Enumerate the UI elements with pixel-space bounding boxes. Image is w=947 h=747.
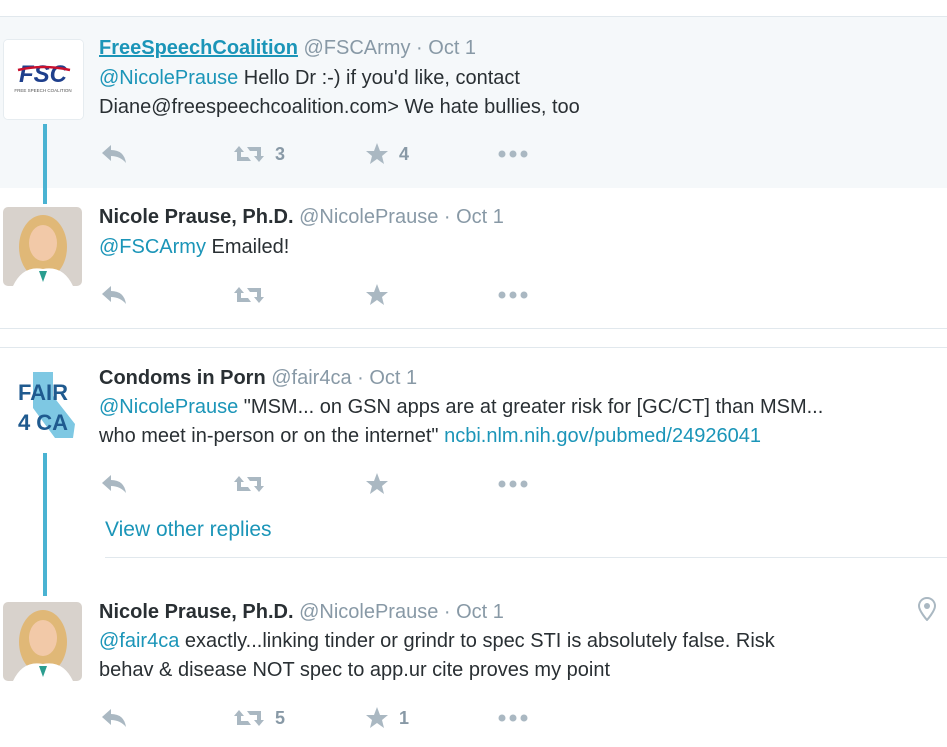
view-other-replies-link[interactable]: View other replies — [105, 518, 272, 542]
tweet-header: Nicole Prause, Ph.D. @NicolePrause · Oct… — [99, 206, 504, 229]
tweet-time[interactable]: Oct 1 — [456, 601, 504, 623]
author-name[interactable]: FreeSpeechCoalition — [99, 37, 298, 59]
fair4ca-line2: 4 CA — [18, 410, 68, 435]
favorite-count: 1 — [399, 707, 410, 728]
tweet-text-line1: "MSM... on GSN apps are at greater risk … — [238, 396, 824, 418]
favorite-button[interactable] — [365, 469, 389, 499]
tweet-text-line1: Hello Dr :-) if you'd like, contact — [238, 67, 520, 89]
tweet-header: FreeSpeechCoalition @FSCArmy · Oct 1 — [99, 37, 476, 60]
favorite-button[interactable] — [365, 280, 389, 310]
replies-divider — [105, 557, 947, 558]
retweet-button[interactable]: 3 — [233, 139, 285, 169]
url-link[interactable]: ncbi.nlm.nih.gov/pubmed/24926041 — [444, 425, 761, 447]
fair4ca-line1: FAIR — [18, 380, 68, 405]
retweet-button[interactable] — [233, 280, 265, 310]
favorite-button[interactable]: 1 — [365, 703, 409, 733]
more-icon — [498, 480, 528, 488]
retweet-icon — [234, 476, 264, 492]
retweet-count: 3 — [275, 143, 286, 164]
separator-dot: · — [357, 367, 364, 389]
more-icon — [498, 150, 528, 158]
tweet-header: Nicole Prause, Ph.D. @NicolePrause · Oct… — [99, 601, 504, 624]
fsc-logo-text: FSC — [19, 61, 68, 88]
favorite-button[interactable]: 4 — [365, 139, 409, 169]
tweet-text-body: Emailed! — [205, 236, 290, 258]
separator-dot: · — [443, 206, 451, 228]
reply-icon — [102, 145, 126, 163]
star-icon — [366, 284, 388, 305]
tweet-text: @fair4ca exactly...linking tinder or gri… — [99, 627, 939, 685]
mention-link[interactable]: @NicolePrause — [99, 67, 238, 89]
tweet-actions — [100, 280, 580, 310]
favorite-count: 4 — [399, 143, 410, 164]
author-handle[interactable]: @fair4ca — [271, 367, 351, 389]
mention-link[interactable]: @NicolePrause — [99, 396, 238, 418]
reply-button[interactable] — [100, 703, 128, 733]
retweet-icon — [234, 146, 264, 162]
reply-button[interactable] — [100, 280, 128, 310]
retweet-button[interactable]: 5 — [233, 703, 285, 733]
star-icon — [366, 473, 388, 494]
conversation-divider — [0, 328, 947, 329]
reply-icon — [102, 475, 126, 493]
author-name[interactable]: Nicole Prause, Ph.D. — [99, 601, 294, 623]
mention-link[interactable]: @FSCArmy — [99, 236, 206, 258]
tweet-text: @FSCArmy Emailed! — [99, 233, 939, 262]
tweet-text: @NicolePrause "MSM... on GSN apps are at… — [99, 393, 939, 451]
tweet-text-line2: Diane@freespeechcoalition.com> We hate b… — [99, 96, 580, 118]
more-button[interactable] — [497, 469, 529, 499]
more-icon — [498, 291, 528, 299]
separator-dot: · — [416, 37, 423, 59]
reply-icon — [102, 286, 126, 304]
star-icon — [366, 143, 388, 164]
retweet-icon — [234, 710, 264, 726]
thread-line-2 — [43, 453, 47, 596]
tweet-time[interactable]: Oct 1 — [369, 367, 417, 389]
separator-dot: · — [443, 601, 451, 623]
author-handle[interactable]: @FSCArmy — [304, 37, 411, 59]
author-handle[interactable]: @NicolePrause — [299, 206, 438, 228]
profile-photo-icon — [3, 602, 82, 681]
location-pin-icon — [917, 596, 937, 622]
retweet-icon — [234, 287, 264, 303]
avatar-fsc[interactable]: FSC FREE SPEECH COALITION — [3, 39, 84, 120]
tweet-actions: 3 4 — [100, 139, 580, 169]
mention-link[interactable]: @fair4ca — [99, 630, 179, 652]
profile-photo-icon — [3, 207, 82, 286]
fair4ca-logo-icon: FAIR 4 CA — [3, 366, 82, 445]
more-button[interactable] — [497, 139, 529, 169]
tweet-text-line2: behav & disease NOT spec to app.ur cite … — [99, 659, 611, 681]
avatar-nicole-2[interactable] — [3, 602, 82, 681]
reply-button[interactable] — [100, 139, 128, 169]
tweet-actions — [100, 469, 580, 499]
location-button[interactable] — [917, 596, 937, 626]
fsc-logo-icon: FSC FREE SPEECH COALITION — [4, 40, 83, 119]
tweet-text-line2: who meet in-person or on the internet" — [99, 425, 445, 447]
retweet-button[interactable] — [233, 469, 265, 499]
tweet-text-line1: exactly...linking tinder or grindr to sp… — [179, 630, 775, 652]
avatar-nicole-1[interactable] — [3, 207, 82, 286]
more-button[interactable] — [497, 703, 529, 733]
reply-button[interactable] — [100, 469, 128, 499]
more-icon — [498, 714, 528, 722]
fsc-logo-subtext: FREE SPEECH COALITION — [14, 88, 71, 93]
tweet-time[interactable]: Oct 1 — [428, 37, 476, 59]
avatar-fair4ca[interactable]: FAIR 4 CA — [3, 366, 82, 445]
tweet-text: @NicolePrause Hello Dr :-) if you'd like… — [99, 64, 939, 122]
author-name[interactable]: Nicole Prause, Ph.D. — [99, 206, 294, 228]
star-icon — [366, 707, 388, 728]
tweet-header: Condoms in Porn @fair4ca · Oct 1 — [99, 367, 417, 390]
more-button[interactable] — [497, 280, 529, 310]
tweet-actions: 5 1 — [100, 703, 580, 733]
retweet-count: 5 — [275, 707, 286, 728]
author-name[interactable]: Condoms in Porn — [99, 367, 266, 389]
author-handle[interactable]: @NicolePrause — [299, 601, 438, 623]
reply-icon — [102, 709, 126, 727]
tweet-time[interactable]: Oct 1 — [456, 206, 504, 228]
